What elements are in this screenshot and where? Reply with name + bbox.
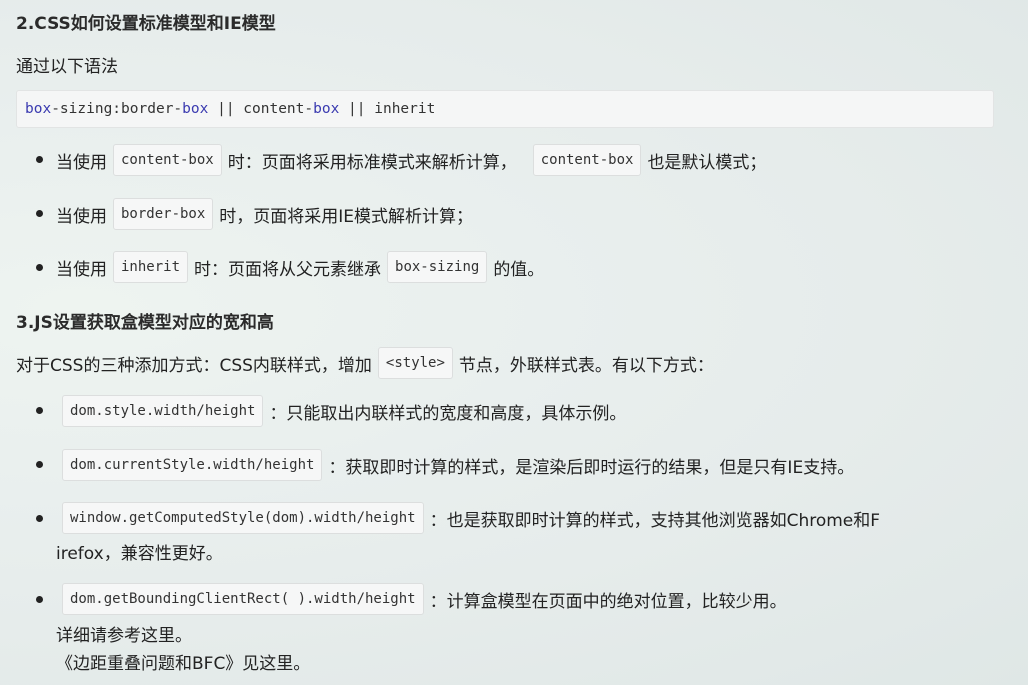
item-text: ：获取即时计算的样式，是渲染后即时运行的结果，但是只有IE支持。 [328,457,855,478]
item-text: 也是默认模式； [647,152,767,173]
bullet-icon [36,515,43,522]
section-3-heading: 3.JS设置获取盒模型对应的宽和高 [16,313,274,333]
list-item: 当使用 inherit 时：页面将从父元素继承 box-sizing 的值。 [56,251,544,283]
item-text: 时：页面将从父元素继承 [194,259,382,280]
list-item: 当使用 border-box 时，页面将采用IE模式解析计算； [56,198,473,230]
code-token: box [182,101,209,117]
item-text: ：只能取出内联样式的宽度和高度，具体示例。 [269,403,627,424]
syntax-code-block: box-sizing:border-box || content-box || … [16,90,994,128]
item-text: 当使用 [56,152,107,173]
item-text: 的值。 [493,259,545,280]
inline-code: window.getComputedStyle(dom).width/heigh… [62,502,424,534]
section-3-intro: 对于CSS的三种添加方式：CSS内联样式，增加 <style> 节点，外联样式表… [16,347,714,379]
code-token: box [25,101,52,117]
inline-code: box-sizing [387,251,488,283]
inline-code: <style> [377,347,453,379]
inline-code: inherit [113,251,189,283]
article-content: 2.CSS如何设置标准模型和IE模型 通过以下语法 box-sizing:bor… [0,0,1028,685]
item-text: 时，页面将采用IE模式解析计算； [219,206,474,227]
list-item: dom.style.width/height ：只能取出内联样式的宽度和高度，具… [56,395,626,427]
section-2-heading: 2.CSS如何设置标准模型和IE模型 [16,14,276,34]
inline-code: content-box [113,144,222,176]
item-text-continued: irefox，兼容性更好。 [56,544,223,564]
intro-text: 节点，外联样式表。有以下方式： [458,355,714,376]
list-item: window.getComputedStyle(dom).width/heigh… [56,502,880,534]
list-item: dom.currentStyle.width/height ：获取即时计算的样式… [56,449,854,481]
list-item: 当使用 content-box 时：页面将采用标准模式来解析计算， conten… [56,144,766,176]
bfc-link[interactable]: 《边距重叠问题和BFC》见这里。 [56,649,310,674]
bullet-icon [36,596,43,603]
inline-code: content-box [532,144,642,176]
list-item: dom.getBoundingClientRect( ).width/heigh… [56,583,787,615]
inline-code: border-box [113,198,214,230]
item-text: ：计算盒模型在页面中的绝对位置，比较少用。 [429,591,787,612]
code-token: || inherit [339,101,436,117]
bullet-icon [36,407,43,414]
bullet-icon [36,156,43,163]
bullet-icon [36,264,43,271]
code-token: || content- [208,101,314,117]
inline-code: dom.getBoundingClientRect( ).width/heigh… [62,583,424,615]
bullet-icon [36,461,43,468]
section-2-intro: 通过以下语法 [16,57,118,77]
code-token: -sizing:border- [51,101,183,117]
code-token: box [313,101,340,117]
intro-text: 对于CSS的三种添加方式：CSS内联样式，增加 [16,355,372,376]
bullet-icon [36,210,43,217]
item-text: 当使用 [56,259,107,280]
item-text: 时：页面将采用标准模式来解析计算， [227,152,517,173]
item-text: 当使用 [56,206,107,227]
inline-code: dom.style.width/height [62,395,264,427]
detail-link[interactable]: 详细请参考这里。 [56,621,192,646]
inline-code: dom.currentStyle.width/height [62,449,323,481]
item-text: ：也是获取即时计算的样式，支持其他浏览器如Chrome和F [429,510,881,531]
